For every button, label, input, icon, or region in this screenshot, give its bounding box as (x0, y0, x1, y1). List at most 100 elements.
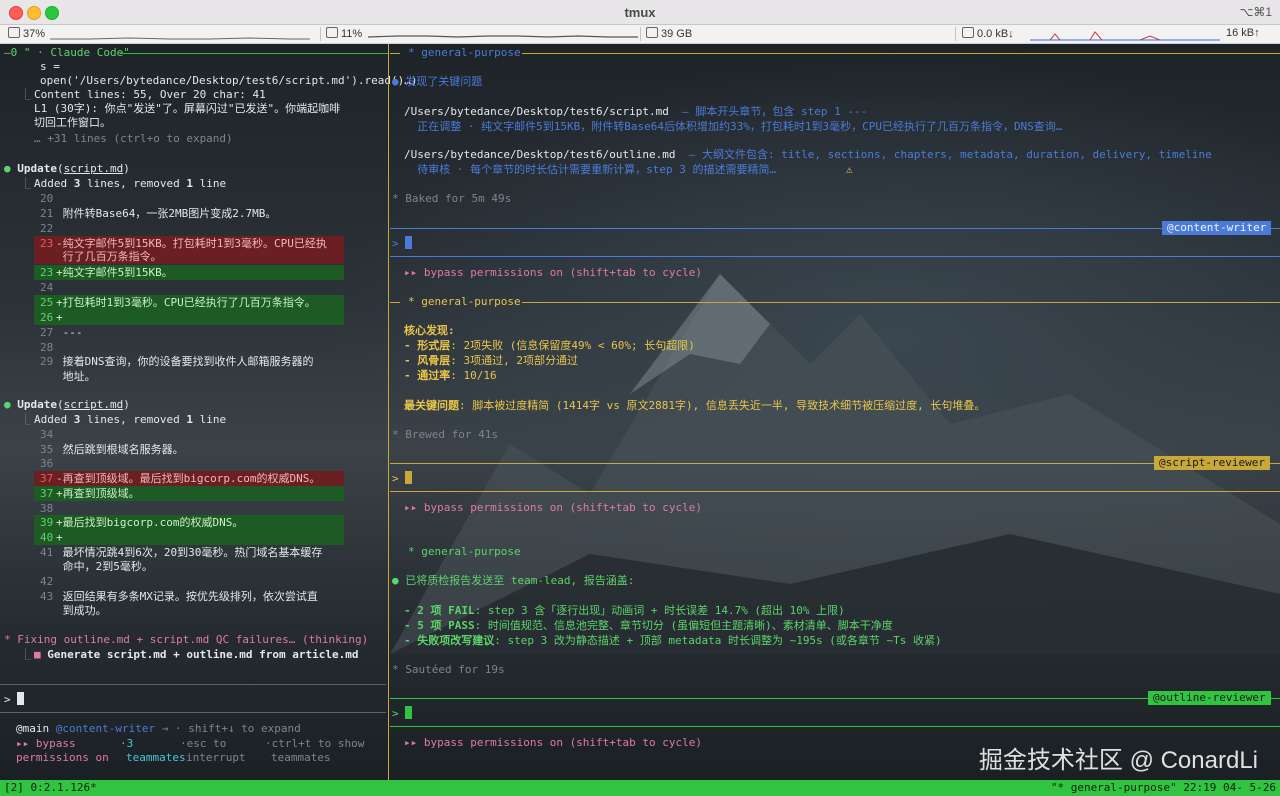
ctrl-t-hint: ·ctrl+t to show (265, 737, 365, 750)
update-1-summary: Added 3 lines, removed 1 line (34, 177, 227, 190)
cpu-icon (8, 27, 20, 38)
update-2-summary: Added 3 lines, removed 1 line (34, 413, 227, 426)
bypass-permissions-label-2: permissions on (16, 751, 109, 764)
stats-separator (640, 27, 641, 41)
script-reviewer-tag[interactable]: @script-reviewer (1154, 456, 1270, 470)
diff-line-text: +打包耗时1到3毫秒。CPU已经执行了几百万条指令。 (56, 296, 316, 309)
diff-line-num: 27 (40, 326, 54, 339)
content-info: Content lines: 55, Over 20 char: 41 (34, 88, 266, 101)
diff-line-num: 36 (40, 457, 54, 470)
agent-rule (390, 256, 1280, 257)
section-3-header: * general-purpose (408, 545, 521, 558)
watermark: 掘金技术社区 @ ConardLi (978, 747, 1258, 774)
tree-connector: ⎿ (20, 177, 31, 190)
left-prompt-input[interactable]: > (4, 692, 25, 707)
prompt-bottom-rule (0, 712, 386, 713)
diff-line-num: 21 (40, 207, 54, 220)
file-path-1: /Users/bytedance/Desktop/test6/script.md… (404, 105, 868, 118)
system-stats-bar: 37% 11% 39 GB 0.0 kB↓ 16 kB↑ (0, 25, 1280, 44)
diff-line-num: 38 (40, 502, 54, 515)
fixing-status: * Fixing outline.md + script.md QC failu… (4, 633, 369, 646)
agent-rule (390, 726, 1280, 727)
diff-line-text: -再查到顶级域。最后找到bigcorp.com的权威DNS。 (56, 472, 321, 485)
tree-connector: ⎿ (20, 413, 31, 426)
section-1-first-line: ● 发现了关键问题 (392, 75, 483, 88)
network-sparkline (1030, 31, 1220, 41)
diff-line-num: 20 (40, 192, 54, 205)
diff-line-num: 28 (40, 341, 54, 354)
bypass-status-3: ▸▸ bypass permissions on (shift+tab to c… (404, 736, 703, 749)
diff-line-text: --- (56, 326, 83, 339)
tree-connector: ⎿ (20, 648, 31, 661)
script-reviewer-prompt[interactable]: > (392, 471, 413, 486)
outline-reviewer-prompt[interactable]: > (392, 706, 413, 721)
diff-line-num: 26 (40, 311, 54, 324)
pane-divider[interactable] (388, 44, 389, 780)
esc-hint-2: interrupt (186, 751, 246, 764)
diff-line-num: 23 (40, 266, 54, 279)
task-square-icon: ■ (34, 648, 41, 661)
diff-line-text: -纯文字邮件5到15KB。打包耗时1到3毫秒。CPU已经执 (56, 237, 327, 250)
content-writer-prompt[interactable]: > (392, 236, 413, 251)
diff-line-text: 到成功。 (56, 604, 107, 617)
diff-line-text: 地址。 (56, 370, 96, 383)
update-1-title: ● Update(script.md) (4, 162, 130, 175)
gpu-stat: 11% (326, 27, 362, 40)
network-down-value: 16 kB↑ (1226, 27, 1260, 39)
main-agent-link[interactable]: @main (16, 722, 49, 735)
agent-rule (390, 491, 1280, 492)
diff-line-num: 43 (40, 590, 54, 603)
key-issue: 最关键问题: 脚本被过度精简 (1414字 vs 原文2881字), 信息丢失近… (404, 399, 986, 412)
content-writer-tag[interactable]: @content-writer (1162, 221, 1272, 235)
l1-line-cont: 切回工作窗口。 (34, 116, 111, 129)
bypass-permissions-label: ▸▸ bypass (16, 737, 76, 750)
task-item: ■ Generate script.md + outline.md from a… (34, 648, 359, 661)
left-pane-header-rule (120, 53, 388, 54)
diff-line-num: 22 (40, 222, 54, 235)
diff-line-num: 39 (40, 516, 54, 529)
gpu-sparkline (368, 35, 638, 38)
diff-line-text: + (56, 311, 63, 324)
report-item-2: - 5 项 PASS: 时间值规范、信息池完整、章节切分 (虽偏短但主题清晰)、… (404, 619, 893, 632)
finding-2: - 风骨层: 3项通过, 2项部分通过 (404, 354, 578, 367)
diff-line-text: 接着DNS查询，你的设备要找到收件人邮箱服务器的 (56, 355, 314, 368)
agent-rule (390, 228, 1280, 229)
agent-rule (390, 698, 1280, 699)
terminal-area[interactable]: —0 " · Claude Code" s = open('/Users/byt… (0, 44, 1280, 780)
diff-line-num: 35 (40, 443, 54, 456)
diff-line-text: 最坏情况跳4到6次，20到30毫秒。热门域名基本缓存 (56, 546, 323, 559)
content-writer-agent-link[interactable]: @content-writer (56, 722, 155, 735)
diff-line-num: 37 (40, 487, 54, 500)
tmux-status-bar: [2] 0:2.1.126* "* general-purpose" 22:19… (0, 780, 1280, 796)
ctrl-t-hint-2: teammates (271, 751, 331, 764)
section-3-first-line: ● 已将质检报告发送至 team-lead, 报告涵盖: (392, 574, 635, 587)
file-path-1-detail: 正在调整 · 纯文字邮件5到15KB，附件转Base64后体积增加约33%，打包… (404, 120, 1063, 133)
diff-line-num: 37 (40, 472, 54, 485)
prompt-top-rule (0, 684, 386, 685)
status-dot-icon: ● (4, 162, 11, 175)
section-rule (522, 302, 1280, 303)
network-up-value: 0.0 kB↓ (977, 28, 1014, 40)
network-up-stat: 0.0 kB↓ (962, 27, 1014, 40)
teammates-label: teammates (126, 751, 186, 764)
diff-line-num: 24 (40, 281, 54, 294)
core-findings-label: 核心发现: (404, 324, 455, 337)
diff-line-text: +纯文字邮件5到15KB。 (56, 266, 173, 279)
gpu-value: 11% (341, 28, 363, 40)
read-line-1: s = (40, 60, 60, 73)
section-rule (390, 302, 400, 303)
window-shortcut: ⌥⌘1 (1239, 5, 1272, 19)
outline-reviewer-tag[interactable]: @outline-reviewer (1148, 691, 1271, 705)
disk-stat: 39 GB (646, 27, 692, 40)
bypass-status-2: ▸▸ bypass permissions on (shift+tab to c… (404, 501, 703, 514)
report-item-3: - 失败项改写建议: step 3 改为静态描述 + 顶部 metadata 时… (404, 634, 942, 647)
expand-hint[interactable]: … +31 lines (ctrl+o to expand) (34, 132, 233, 146)
teammates-count: ·3 (120, 737, 134, 750)
cpu-stat: 37% (8, 27, 45, 40)
cpu-sparkline (50, 37, 310, 40)
l1-line: L1 (30字): 你点"发送"了。屏幕闪过"已发送"。你端起咖啡 (34, 102, 341, 115)
diff-line-num: 41 (40, 546, 54, 559)
section-1-done: * Baked for 5m 49s (392, 192, 512, 205)
session-info[interactable]: [2] 0:2.1.126* (4, 780, 97, 796)
cpu-value: 37% (23, 28, 46, 40)
